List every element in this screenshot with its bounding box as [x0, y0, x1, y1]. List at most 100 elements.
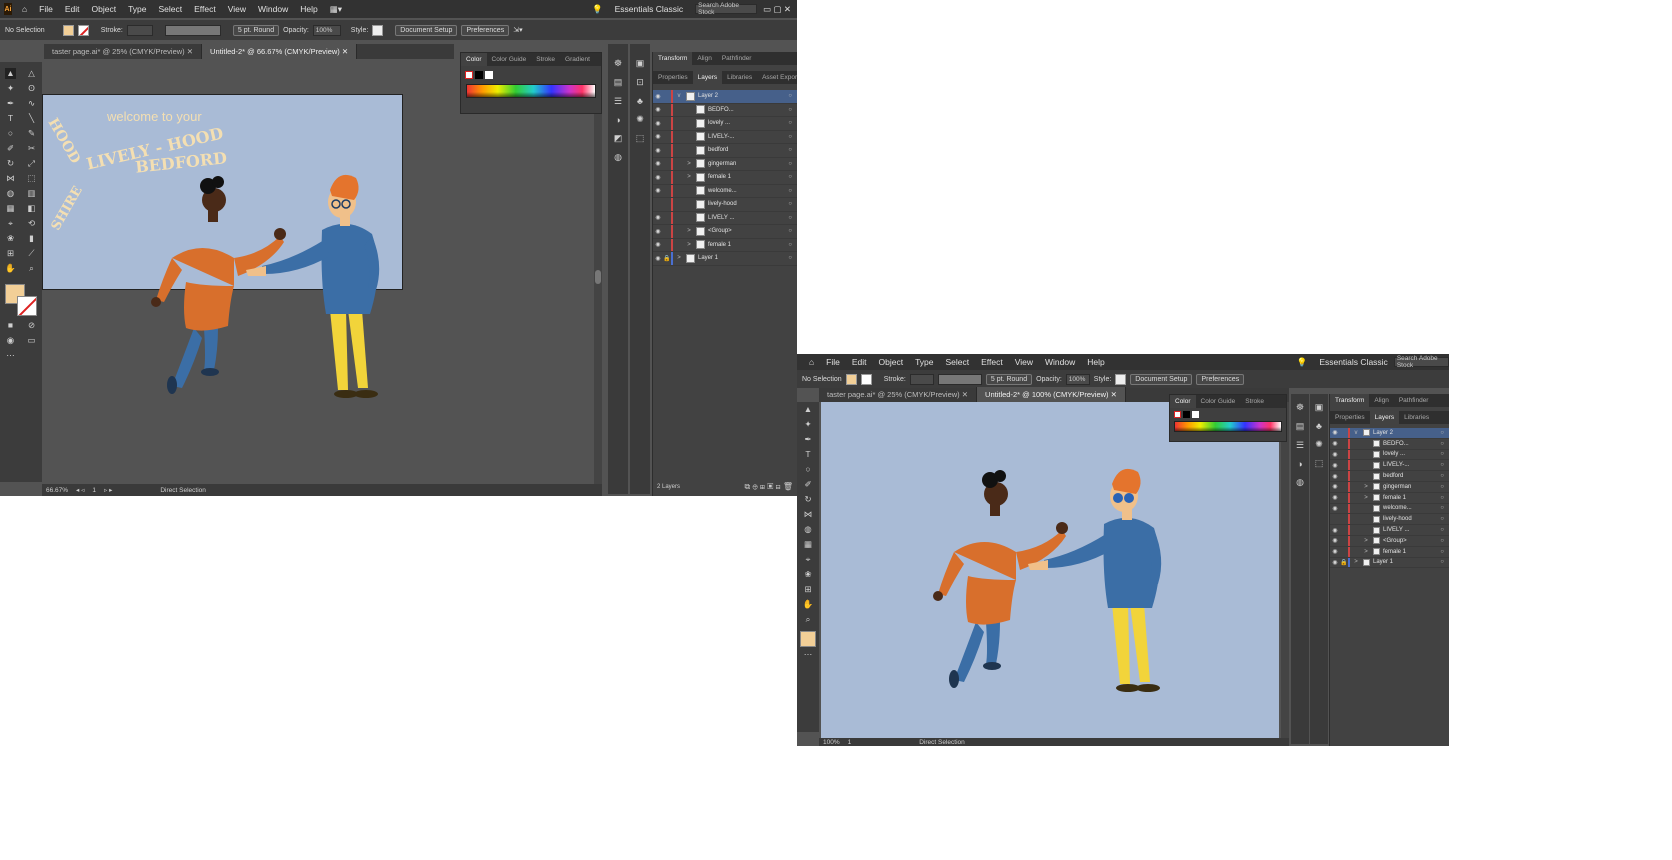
brush-definition[interactable]: 5 pt. Round: [232, 24, 280, 36]
tab-libraries[interactable]: Libraries: [722, 71, 757, 84]
expand-chevron-icon[interactable]: v: [1352, 430, 1360, 436]
expand-chevron-icon[interactable]: >: [1362, 538, 1370, 544]
tab-properties-2[interactable]: Properties: [1330, 411, 1370, 424]
export-icon-2[interactable]: ⬚: [1315, 458, 1324, 469]
visibility-eye-icon[interactable]: ◉: [1330, 462, 1340, 469]
none-swatch-2[interactable]: [1174, 411, 1181, 418]
shaper-tool-icon-2[interactable]: ✐: [803, 479, 814, 490]
line-tool-icon[interactable]: ╲: [26, 113, 37, 124]
tab-pathfinder[interactable]: Pathfinder: [717, 52, 757, 65]
eyedropper-icon[interactable]: ⌖: [5, 218, 16, 229]
layer-target-icon[interactable]: ○: [1440, 484, 1444, 490]
visibility-eye-icon[interactable]: ◉: [1330, 440, 1340, 447]
image-trace-icon[interactable]: ☸: [614, 58, 622, 69]
shaper-tool-icon[interactable]: ✐: [5, 143, 16, 154]
layer-row[interactable]: ◉ LIVELY ... ○: [653, 211, 797, 225]
zoom-tool-icon-2[interactable]: ⌕: [803, 614, 814, 625]
symbol-sprayer-icon[interactable]: ❀: [5, 233, 16, 244]
layer-row-2[interactable]: ◉ welcome... ○: [1330, 503, 1449, 515]
fill-color-swatch-2[interactable]: [800, 631, 816, 647]
visibility-eye-icon[interactable]: ◉: [1330, 537, 1340, 544]
gradient-tool-icon[interactable]: ◧: [26, 203, 37, 214]
lock-toggle-icon[interactable]: 🔒: [663, 255, 671, 262]
layer-target-icon[interactable]: ○: [1440, 559, 1444, 565]
pen-tool-icon-2[interactable]: ✒: [803, 434, 814, 445]
layer-row-2[interactable]: ◉ LIVELY-... ○: [1330, 460, 1449, 472]
layer-target-icon[interactable]: ○: [1440, 451, 1444, 457]
scissors-icon[interactable]: ✂: [26, 143, 37, 154]
visibility-eye-icon[interactable]: ◉: [653, 214, 663, 221]
layer-target-icon[interactable]: ○: [1440, 505, 1444, 511]
type-tool-icon-2[interactable]: T: [803, 449, 814, 460]
symbols-icon[interactable]: ♣: [637, 96, 643, 106]
tab-transform-2[interactable]: Transform: [1330, 394, 1370, 407]
tab-untitled-2[interactable]: Untitled-2* @ 66.67% (CMYK/Preview) ✕: [202, 44, 358, 59]
tab-asset-export[interactable]: Asset Export: [757, 71, 797, 84]
expand-chevron-icon[interactable]: >: [1362, 495, 1370, 501]
lasso-icon[interactable]: ʘ: [26, 83, 37, 94]
width-tool-icon[interactable]: ⋈: [5, 173, 16, 184]
document-info-icon[interactable]: ▤: [614, 77, 623, 88]
layer-row[interactable]: ◉ > female 1 ○: [653, 171, 797, 185]
more-tools-icon-2[interactable]: ⋯: [803, 649, 814, 660]
workspace-switcher-2[interactable]: Essentials Classic: [1313, 357, 1394, 367]
preferences-button[interactable]: Preferences: [461, 24, 510, 36]
direct-selection-tool-icon[interactable]: △: [26, 68, 37, 79]
magic-wand-icon[interactable]: ✦: [5, 83, 16, 94]
layer-target-icon[interactable]: ○: [788, 174, 792, 180]
perspective-grid-icon[interactable]: ▥: [26, 188, 37, 199]
type-tool-icon[interactable]: T: [5, 113, 16, 124]
draw-mode-icon[interactable]: ◉: [5, 335, 16, 346]
menu-select[interactable]: Select: [153, 4, 189, 14]
width-tool-icon-2[interactable]: ⋈: [803, 509, 814, 520]
document-setup-button-2[interactable]: Document Setup: [1130, 373, 1193, 385]
visibility-eye-icon[interactable]: ◉: [653, 133, 663, 140]
visibility-eye-icon[interactable]: ◉: [653, 255, 663, 262]
layer-row-2[interactable]: ◉ BEDFO... ○: [1330, 438, 1449, 450]
layer-target-icon[interactable]: ○: [788, 242, 792, 248]
visibility-eye-icon[interactable]: ◉: [653, 187, 663, 194]
color-spectrum-2[interactable]: [1174, 421, 1282, 432]
layer-target-icon[interactable]: ○: [788, 107, 792, 113]
tab-align[interactable]: Align: [692, 52, 716, 65]
layer-row-2[interactable]: ◉ LIVELY ... ○: [1330, 525, 1449, 536]
selection-tool-icon[interactable]: ▲: [5, 68, 16, 79]
artboard-number[interactable]: 1: [92, 487, 96, 494]
hand-tool-icon-2[interactable]: ✋: [803, 599, 814, 610]
shape-builder-icon[interactable]: ◍: [5, 188, 16, 199]
visibility-eye-icon[interactable]: ◉: [653, 93, 663, 100]
mesh-tool-icon[interactable]: ▦: [5, 203, 16, 214]
zoom-level[interactable]: 66.67%: [46, 487, 68, 494]
menu-type-2[interactable]: Type: [909, 357, 939, 367]
layer-target-icon[interactable]: ○: [1440, 495, 1444, 501]
layer-target-icon[interactable]: ○: [1440, 430, 1444, 436]
layer-target-icon[interactable]: ○: [1440, 527, 1444, 533]
scale-tool-icon[interactable]: ⤢: [26, 158, 37, 169]
brushes-icon[interactable]: ✺: [636, 114, 644, 125]
visibility-eye-icon[interactable]: ◉: [1330, 451, 1340, 458]
visibility-eye-icon[interactable]: ◉: [653, 120, 663, 127]
visibility-eye-icon[interactable]: ◉: [1330, 429, 1340, 436]
character-icon-2[interactable]: ▣: [1315, 402, 1324, 413]
selection-tool-icon-2[interactable]: ▲: [803, 404, 814, 415]
menu-object-2[interactable]: Object: [873, 357, 910, 367]
layer-row-2[interactable]: lively-hood ○: [1330, 514, 1449, 526]
hand-tool-icon[interactable]: ✋: [5, 263, 16, 274]
layer-row-2[interactable]: ◉ v Layer 2 ○: [1330, 428, 1449, 439]
menu-object[interactable]: Object: [86, 4, 123, 14]
arrange-documents-icon[interactable]: ▦▾: [324, 4, 348, 15]
stroke-swatch-2[interactable]: [860, 373, 872, 385]
menu-window[interactable]: Window: [252, 4, 294, 14]
menu-file[interactable]: File: [33, 4, 59, 14]
rotate-tool-icon[interactable]: ↻: [5, 158, 16, 169]
layer-target-icon[interactable]: ○: [788, 215, 792, 221]
brushes-icon-2[interactable]: ✺: [1315, 439, 1323, 450]
layer-row[interactable]: ◉ > female 1 ○: [653, 238, 797, 252]
zoom-tool-icon[interactable]: ⌕: [26, 263, 37, 274]
layer-target-icon[interactable]: ○: [788, 201, 792, 207]
layer-row-2[interactable]: ◉ lovely ... ○: [1330, 449, 1449, 461]
expand-chevron-icon[interactable]: v: [675, 93, 683, 99]
visibility-eye-icon[interactable]: ◉: [1330, 505, 1340, 512]
visibility-eye-icon[interactable]: ◉: [653, 174, 663, 181]
layer-target-icon[interactable]: ○: [788, 93, 792, 99]
